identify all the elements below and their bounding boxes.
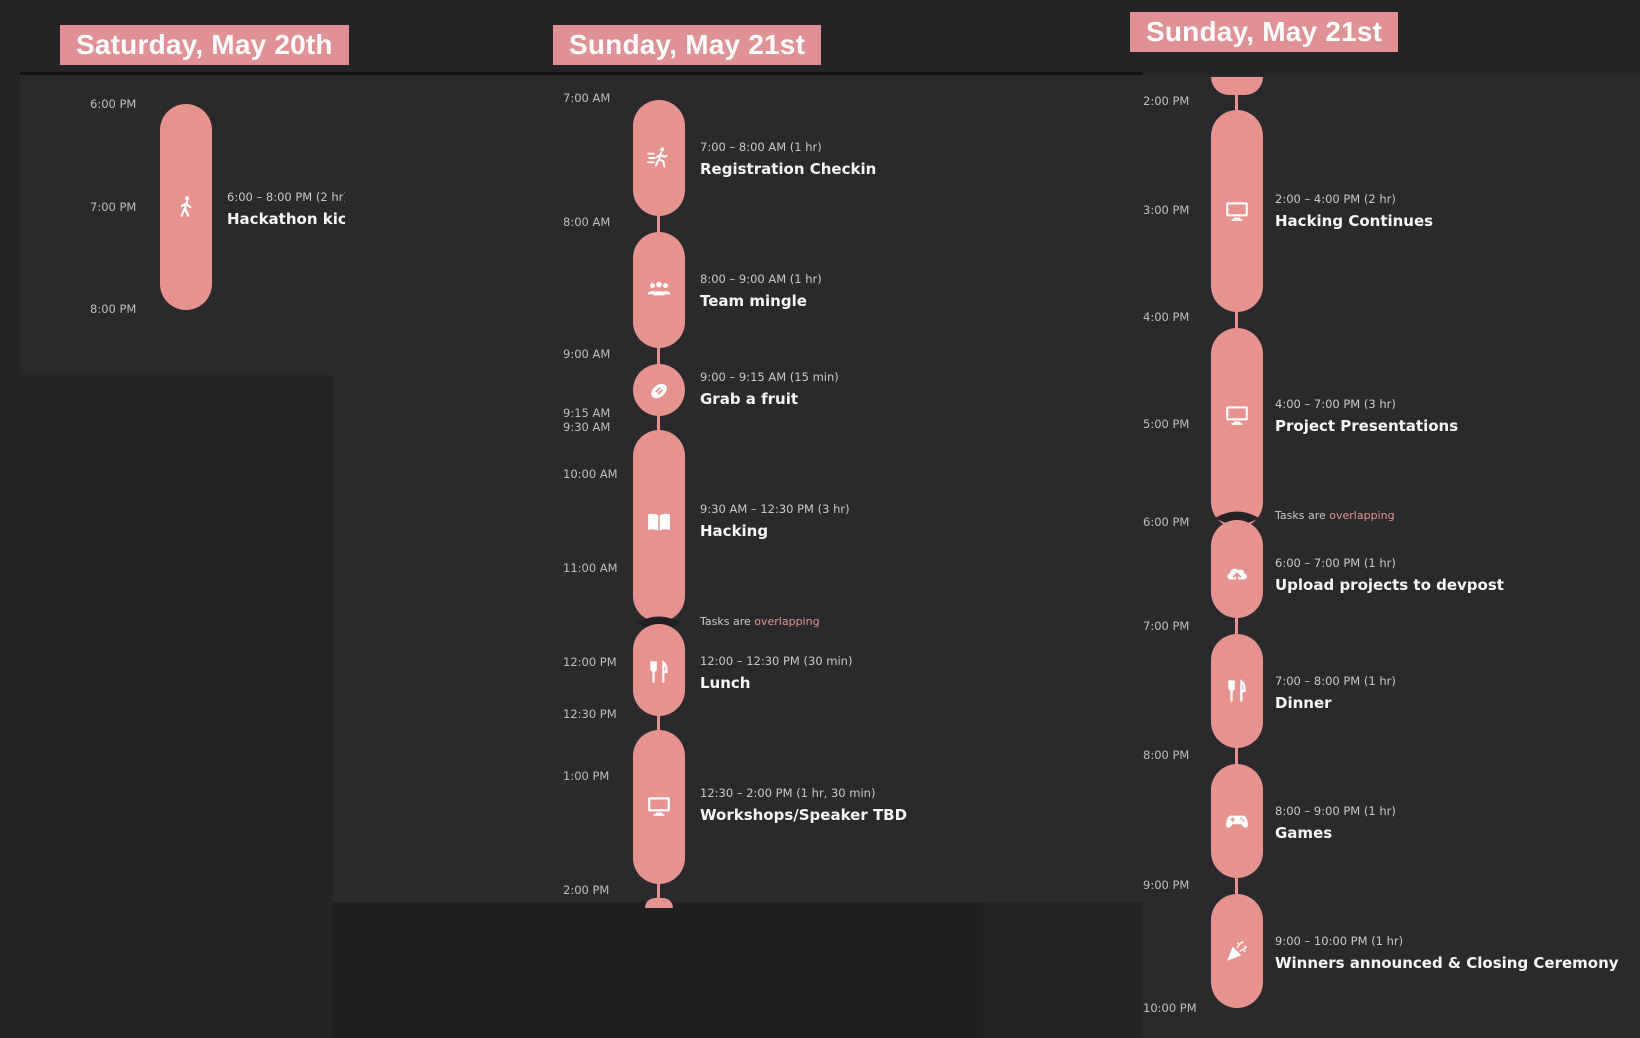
time-label: 3:00 PM [1143,203,1190,217]
event-pill-partial [645,898,673,908]
event-pill[interactable] [633,364,685,416]
event-title[interactable]: Hackathon kick [227,210,357,228]
event-time: 7:00 – 8:00 AM (1 hr) [700,140,822,154]
event-title[interactable]: Registration Checkin [700,160,876,178]
time-label: 9:00 PM [1143,878,1190,892]
event-pill[interactable] [633,430,685,622]
event-time: 9:00 – 10:00 PM (1 hr) [1275,934,1404,948]
time-label: 10:00 AM [563,467,618,481]
time-label: 9:30 AM [563,420,611,434]
running-person-icon [647,147,668,168]
event-pill[interactable] [1211,328,1263,528]
event-title[interactable]: Workshops/Speaker TBD [700,806,907,824]
event-time: 8:00 – 9:00 PM (1 hr) [1275,804,1396,818]
timeline-connector [1235,876,1238,896]
time-label: 6:00 PM [90,97,137,111]
time-label: 8:00 PM [1143,748,1190,762]
fruit-icon [651,383,667,399]
panel-lower-dark [333,902,983,1038]
event-pill[interactable] [1211,764,1263,878]
event-pill[interactable] [160,104,212,310]
panel-sunday-morning [333,72,1143,902]
timeline-connector [1235,746,1238,766]
event-title[interactable]: Hacking Continues [1275,212,1433,230]
event-pill[interactable] [633,100,685,216]
saturday-clip [345,180,405,230]
timeline-connector [1235,310,1238,330]
gamepad-icon [1226,815,1248,828]
time-label: 7:00 PM [90,200,137,214]
overlap-notice: Tasks are overlapping [1275,509,1395,522]
event-title[interactable]: Games [1275,824,1332,842]
time-label: 8:00 AM [563,215,611,229]
time-label: 7:00 AM [563,91,611,105]
timeline-connector [657,346,660,366]
day-header-saturday: Saturday, May 20th [60,25,349,65]
event-title[interactable]: Dinner [1275,694,1332,712]
timeline-connector [657,214,660,234]
event-time: 12:00 – 12:30 PM (30 min) [700,654,853,668]
event-time: 4:00 – 7:00 PM (3 hr) [1275,397,1396,411]
monitor-icon [1226,202,1248,221]
event-title[interactable]: Lunch [700,674,751,692]
event-pill[interactable] [1211,110,1263,312]
day-header-sunday-afternoon: Sunday, May 21st [1130,12,1399,52]
event-title[interactable]: Team mingle [700,292,807,310]
time-label: 9:15 AM [563,406,611,420]
monitor-icon [648,797,670,816]
time-label: 11:00 AM [563,561,618,575]
book-icon [648,513,670,531]
event-pill[interactable] [1211,894,1263,1008]
time-label: 9:00 AM [563,347,611,361]
overlap-notice: Tasks are overlapping [700,615,820,628]
walking-person-icon [180,196,192,217]
event-time: 8:00 – 9:00 AM (1 hr) [700,272,822,286]
day-header-sunday-morning: Sunday, May 21st [553,25,822,65]
timeline-connector [1235,92,1238,112]
event-title[interactable]: Upload projects to devpost [1275,576,1504,594]
time-label: 10:00 PM [1143,1001,1197,1015]
monitor-icon [1226,406,1248,425]
event-title[interactable]: Winners announced & Closing Ceremony [1275,954,1619,972]
event-time: 6:00 – 7:00 PM (1 hr) [1275,556,1396,570]
time-label: 1:00 PM [563,769,610,783]
time-label: 12:00 PM [563,655,617,669]
time-label: 2:00 PM [563,883,610,897]
header-divider [20,72,1143,75]
time-label: 8:00 PM [90,302,137,316]
event-time: 9:00 – 9:15 AM (15 min) [700,370,839,384]
event-time: 6:00 – 8:00 PM (2 hr) [227,190,348,204]
event-time: 12:30 – 2:00 PM (1 hr, 30 min) [700,786,876,800]
people-group-icon [647,281,671,296]
event-title[interactable]: Hacking [700,522,768,540]
time-label: 5:00 PM [1143,417,1190,431]
event-time: 9:30 AM – 12:30 PM (3 hr) [700,502,850,516]
event-time: 7:00 – 8:00 PM (1 hr) [1275,674,1396,688]
event-time: 2:00 – 4:00 PM (2 hr) [1275,192,1396,206]
fork-knife-icon [650,660,668,683]
event-title[interactable]: Grab a fruit [700,390,798,408]
time-label: 7:00 PM [1143,619,1190,633]
event-pill[interactable] [633,232,685,348]
time-label: 2:00 PM [1143,94,1190,108]
event-pill[interactable] [633,624,685,716]
timeline-connector [1235,616,1238,636]
time-label: 4:00 PM [1143,310,1190,324]
party-popper-icon [1227,941,1247,961]
fork-knife-icon [1228,679,1246,702]
cloud-upload-icon [1227,568,1247,584]
event-pill[interactable] [1211,520,1263,618]
event-pill[interactable] [1211,634,1263,748]
event-pill[interactable] [633,730,685,884]
time-label: 6:00 PM [1143,515,1190,529]
event-title[interactable]: Project Presentations [1275,417,1458,435]
time-label: 12:30 PM [563,707,617,721]
